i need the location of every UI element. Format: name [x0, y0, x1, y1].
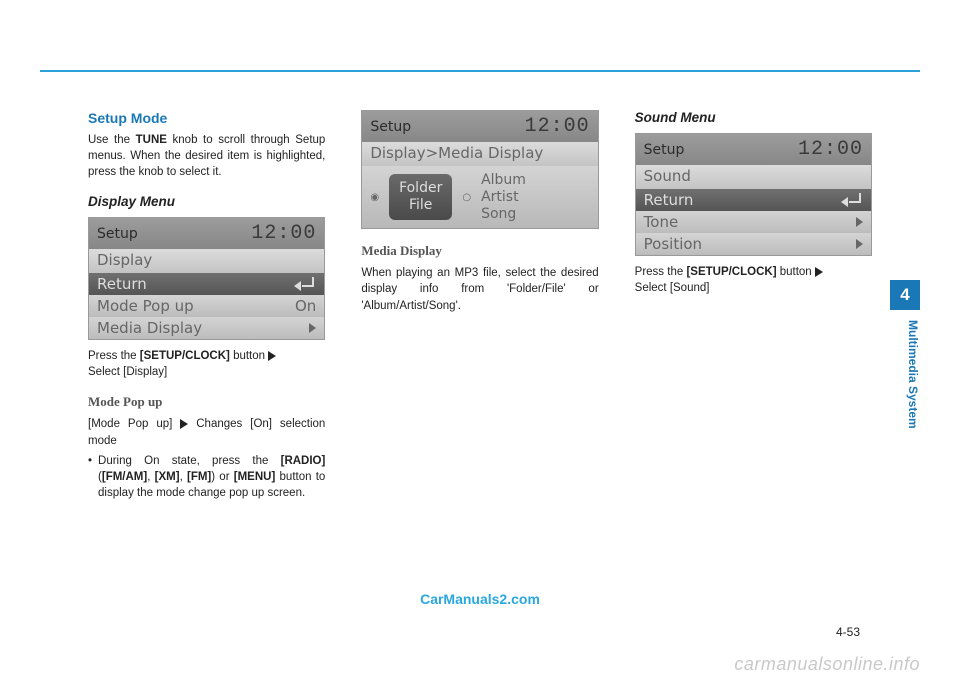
screen-row-return: Return: [636, 189, 871, 211]
display-instruction: Press the [SETUP/CLOCK] button Select [D…: [88, 348, 325, 380]
text: Use the: [88, 134, 136, 146]
mode-popup-bullet: • During On state, press the [RADIO] ([F…: [88, 453, 325, 501]
return-icon: [294, 277, 316, 291]
text: During On state, press the: [98, 455, 281, 467]
row-label: Return: [97, 275, 147, 293]
text: ,: [180, 471, 187, 483]
row-label: Media Display: [97, 319, 202, 337]
media-display-heading: Media Display: [361, 243, 598, 259]
screen-row-tone: Tone: [636, 211, 871, 233]
bold: [MENU]: [234, 471, 276, 483]
column-3: Sound Menu Setup 12:00 Sound Return Tone…: [635, 110, 872, 501]
row-label: Mode Pop up: [97, 297, 194, 315]
text: Press the: [635, 266, 687, 278]
setup-mode-body: Use the TUNE knob to scroll through Setu…: [88, 132, 325, 180]
radio-selected-icon: ◉: [370, 192, 379, 203]
text: button: [777, 266, 815, 278]
text: Album: [481, 172, 526, 189]
triangle-right-icon: [856, 213, 863, 231]
bold: [XM]: [155, 471, 180, 483]
screen-options: ◉ Folder File ○ Album Artist Song: [362, 166, 597, 228]
sound-menu-heading: Sound Menu: [635, 110, 872, 125]
triangle-right-icon: [856, 235, 863, 253]
screen-sub: Display: [89, 249, 324, 273]
text: Select [Display]: [88, 366, 167, 378]
chapter-number-box: 4: [890, 280, 920, 310]
row-label: Return: [644, 191, 694, 209]
text: ) or: [211, 471, 234, 483]
text: File: [399, 197, 442, 214]
watermark-carmanualsonline: carmanualsonline.info: [734, 654, 920, 675]
screen-title: Setup: [370, 119, 411, 135]
display-menu-heading: Display Menu: [88, 194, 325, 209]
screen-title: Setup: [97, 226, 138, 242]
triangle-right-icon: [815, 267, 823, 277]
setup-clock-bold: [SETUP/CLOCK]: [140, 350, 230, 362]
screen-time: 12:00: [525, 115, 590, 138]
text: ,: [147, 471, 154, 483]
media-display-body: When playing an MP3 file, select the des…: [361, 265, 598, 313]
option-selected: Folder File: [389, 174, 452, 220]
side-tab: 4 Multimedia System: [890, 280, 920, 429]
tune-bold: TUNE: [136, 134, 167, 146]
sound-screenshot: Setup 12:00 Sound Return Tone Position: [635, 133, 872, 256]
watermark-carmanuals2: CarManuals2.com: [0, 591, 960, 607]
triangle-right-icon: [309, 319, 316, 337]
row-label: Position: [644, 235, 702, 253]
display-screenshot: Setup 12:00 Display Return Mode Pop up O…: [88, 217, 325, 340]
setup-mode-heading: Setup Mode: [88, 110, 325, 126]
bold: [RADIO]: [281, 455, 326, 467]
text: Folder: [399, 180, 442, 197]
screen-time: 12:00: [798, 138, 863, 161]
setup-clock-bold: [SETUP/CLOCK]: [686, 266, 776, 278]
content-columns: Setup Mode Use the TUNE knob to scroll t…: [88, 110, 872, 501]
media-screenshot: Setup 12:00 Display>Media Display ◉ Fold…: [361, 110, 598, 229]
bold: [FM]: [187, 471, 211, 483]
triangle-right-icon: [268, 351, 276, 361]
top-rule: [40, 70, 920, 72]
page-number: 4-53: [836, 625, 860, 639]
screen-row-media-display: Media Display: [89, 317, 324, 339]
text: Select [Sound]: [635, 282, 710, 294]
text: Artist: [481, 189, 526, 206]
screen-row-return: Return: [89, 273, 324, 295]
row-label: Tone: [644, 213, 679, 231]
return-icon: [841, 193, 863, 207]
screen-header: Setup 12:00: [89, 218, 324, 249]
column-1: Setup Mode Use the TUNE knob to scroll t…: [88, 110, 325, 501]
screen-sub: Sound: [636, 165, 871, 189]
bullet-dot: •: [88, 453, 92, 501]
text: Press the: [88, 350, 140, 362]
column-2: Setup 12:00 Display>Media Display ◉ Fold…: [361, 110, 598, 501]
mode-popup-heading: Mode Pop up: [88, 394, 325, 410]
text: Song: [481, 206, 526, 223]
option-other: Album Artist Song: [481, 172, 526, 222]
chapter-label: Multimedia System: [890, 320, 920, 429]
screen-header: Setup 12:00: [362, 111, 597, 142]
screen-header: Setup 12:00: [636, 134, 871, 165]
bullet-text: During On state, press the [RADIO] ([FM/…: [98, 453, 325, 501]
screen-title: Setup: [644, 142, 685, 158]
sound-instruction: Press the [SETUP/CLOCK] button Select [S…: [635, 264, 872, 296]
radio-unselected-icon: ○: [462, 192, 471, 203]
text: button: [230, 350, 268, 362]
bold: [FM/AM]: [102, 471, 147, 483]
screen-sub: Display>Media Display: [362, 142, 597, 166]
screen-row-mode-popup: Mode Pop up On: [89, 295, 324, 317]
mode-popup-line: [Mode Pop up] Changes [On] selection mod…: [88, 416, 325, 448]
text: [Mode Pop up]: [88, 418, 180, 430]
screen-time: 12:00: [251, 222, 316, 245]
row-value: On: [295, 297, 316, 315]
screen-row-position: Position: [636, 233, 871, 255]
